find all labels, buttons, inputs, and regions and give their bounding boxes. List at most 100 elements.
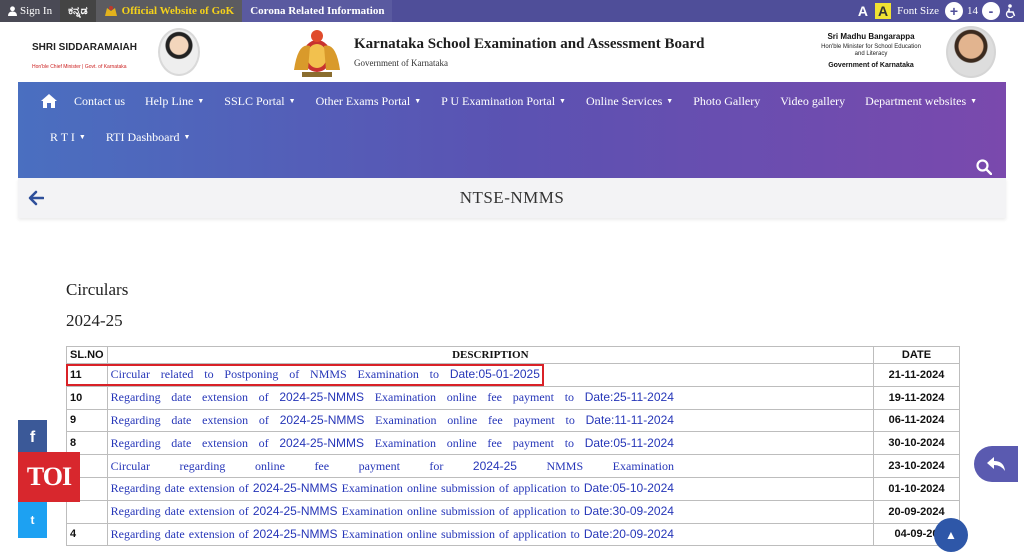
nav-item-label: SSLC Portal bbox=[224, 93, 285, 108]
column-header-description: DESCRIPTION bbox=[106, 346, 875, 364]
circulars-heading: Circulars bbox=[66, 280, 129, 299]
table-row: 8 Regarding date extension of 2024-25-NMMS Exa… bbox=[66, 431, 960, 456]
font-large-button[interactable]: A bbox=[855, 3, 871, 19]
description-word: online bbox=[406, 504, 437, 519]
row-date: 01-10-2024 bbox=[873, 476, 960, 501]
description-word: 2024-25-NMMS bbox=[279, 390, 365, 405]
description-word: Examination bbox=[374, 435, 437, 450]
description-word: application bbox=[513, 481, 567, 496]
scroll-to-top-button[interactable]: ▲ bbox=[934, 518, 968, 552]
description-word: of bbox=[238, 526, 249, 541]
nav-item-pu-examination-portal[interactable]: P U Examination Portal ▼ bbox=[431, 94, 576, 109]
font-increase-button[interactable]: + bbox=[945, 2, 963, 20]
row-description-link[interactable]: Regarding date extension of 2024-25-NMMS Exam… bbox=[106, 476, 875, 501]
column-header-sl: SL.NO bbox=[66, 346, 108, 364]
description-word: to bbox=[564, 390, 575, 405]
row-description-link[interactable]: Regarding date extension of 2024-25-NMMS Exam… bbox=[106, 522, 875, 547]
nav-item-online-services[interactable]: Online Services ▼ bbox=[576, 94, 683, 109]
description-word: date bbox=[164, 481, 185, 496]
description-word: Date:30-09-2024 bbox=[583, 504, 674, 519]
nav-item-label: Online Services bbox=[585, 93, 663, 108]
row-date: 19-11-2024 bbox=[873, 385, 960, 410]
corona-info-link[interactable]: Corona Related Information bbox=[242, 0, 393, 22]
nav-item-other-exams-portal[interactable]: Other Exams Portal ▼ bbox=[306, 94, 432, 109]
description-word: Examination bbox=[341, 481, 403, 496]
board-subtitle: Government of Karnataka bbox=[354, 58, 448, 68]
row-description-link[interactable]: Regarding date extension of 2024-25-NMMS Exam… bbox=[106, 385, 875, 410]
row-date: 30-10-2024 bbox=[873, 431, 960, 456]
description-word: fee bbox=[314, 458, 330, 473]
nav-item-sslc-portal[interactable]: SSLC Portal ▼ bbox=[214, 94, 305, 109]
description-word: payment bbox=[513, 412, 555, 427]
description-word: of bbox=[289, 367, 300, 382]
description-word: regarding bbox=[179, 458, 226, 473]
row-description-link[interactable]: Regarding date extension of 2024-25-NMMS Exam… bbox=[106, 408, 875, 433]
font-decrease-button[interactable]: - bbox=[982, 2, 1000, 20]
description-word: to bbox=[570, 526, 580, 541]
description-word: to bbox=[570, 504, 580, 519]
nav-item-contact-us[interactable]: Contact us bbox=[64, 94, 135, 109]
row-sl-number: 10 bbox=[66, 385, 108, 410]
page-title-bar: NTSE-NMMS bbox=[18, 178, 1006, 218]
chevron-down-icon: ▼ bbox=[78, 133, 86, 141]
chief-minister-photo bbox=[158, 28, 200, 76]
emblem-icon bbox=[104, 6, 117, 16]
accessibility-icon[interactable] bbox=[1004, 4, 1016, 18]
description-word: application bbox=[513, 526, 567, 541]
nav-item-rti[interactable]: R T I ▼ bbox=[40, 130, 96, 145]
description-word: Postponing bbox=[224, 367, 279, 382]
official-website-link[interactable]: Official Website of GoK bbox=[95, 0, 243, 22]
minister-name: Sri Madhu Bangarappa bbox=[827, 32, 915, 41]
description-text: Regarding date extension of 2024-25-NMMS Exam… bbox=[111, 481, 870, 496]
chevron-down-icon: ▼ bbox=[183, 133, 191, 141]
row-description-link[interactable]: Circular regarding online fee payment for 2024… bbox=[106, 454, 875, 478]
description-word: Examination bbox=[341, 526, 403, 541]
site-header: SHRI SIDDARAMAIAH Hon'ble Chief Minister… bbox=[18, 22, 1006, 82]
nav-row-2: R T I ▼ RTI Dashboard ▼ bbox=[40, 119, 200, 155]
kannada-language-link[interactable]: ಕನ್ನಡ bbox=[60, 0, 96, 22]
minister-role-line-2: and Literacy bbox=[854, 51, 888, 57]
table-row: 9 Regarding date extension of 2024-25-NMMS Exa… bbox=[66, 408, 960, 433]
row-description-link[interactable]: Regarding date extension of 2024-25-NMMS Exam… bbox=[106, 499, 875, 524]
font-size-value: 14 bbox=[967, 5, 978, 17]
description-word: online bbox=[406, 526, 437, 541]
description-word: date bbox=[164, 504, 185, 519]
description-word: Examination bbox=[357, 367, 419, 382]
minister-role: Hon'ble Minister for School Education an… bbox=[796, 44, 946, 58]
nav-item-photo-gallery[interactable]: Photo Gallery bbox=[683, 94, 770, 109]
description-word: Regarding bbox=[110, 435, 161, 450]
description-word: for bbox=[429, 458, 444, 473]
home-icon[interactable] bbox=[40, 93, 58, 109]
circulars-table: SL.NO DESCRIPTION DATE 11 Circular related… bbox=[66, 346, 960, 547]
description-word: online bbox=[447, 412, 478, 427]
search-icon[interactable] bbox=[976, 159, 992, 175]
description-word: Regarding bbox=[110, 481, 161, 496]
toi-watermark-logo: TOI bbox=[18, 452, 80, 502]
nav-item-department-websites[interactable]: Department websites ▼ bbox=[855, 94, 987, 109]
nav-item-help-line[interactable]: Help Line ▼ bbox=[135, 94, 214, 109]
row-description-link[interactable]: Regarding date extension of 2024-25-NMMS Exam… bbox=[106, 431, 875, 456]
sign-in-link[interactable]: Sign In bbox=[0, 0, 61, 22]
description-word: online bbox=[446, 390, 477, 405]
description-word: of bbox=[238, 504, 249, 519]
row-description-link[interactable]: Circular related to Postponing of NMMS Examina… bbox=[106, 363, 875, 387]
facebook-share-button[interactable]: f bbox=[18, 420, 47, 456]
description-word: 2024-25-NMMS bbox=[252, 481, 338, 496]
description-word: 2024-25-NMMS bbox=[279, 435, 365, 450]
twitter-share-button[interactable]: t bbox=[18, 502, 47, 538]
font-contrast-button[interactable]: A bbox=[875, 3, 892, 19]
description-word: to bbox=[564, 435, 575, 450]
description-word: submission bbox=[440, 481, 495, 496]
nav-item-video-gallery[interactable]: Video gallery bbox=[770, 94, 855, 109]
row-date: 21-11-2024 bbox=[873, 363, 960, 387]
year-heading: 2024-25 bbox=[66, 311, 123, 330]
description-word: extension bbox=[201, 390, 248, 405]
sign-in-label: Sign In bbox=[20, 5, 53, 17]
description-word: Examination bbox=[612, 458, 674, 473]
share-button[interactable] bbox=[974, 446, 1018, 482]
table-row: 4 Regarding date extension of 2024-25-NMMS Exa… bbox=[66, 522, 960, 547]
description-word: Date:05-01-2025 bbox=[449, 367, 540, 382]
nav-item-rti-dashboard[interactable]: RTI Dashboard ▼ bbox=[96, 130, 201, 145]
description-word: extension bbox=[188, 504, 235, 519]
description-word: date bbox=[171, 390, 192, 405]
